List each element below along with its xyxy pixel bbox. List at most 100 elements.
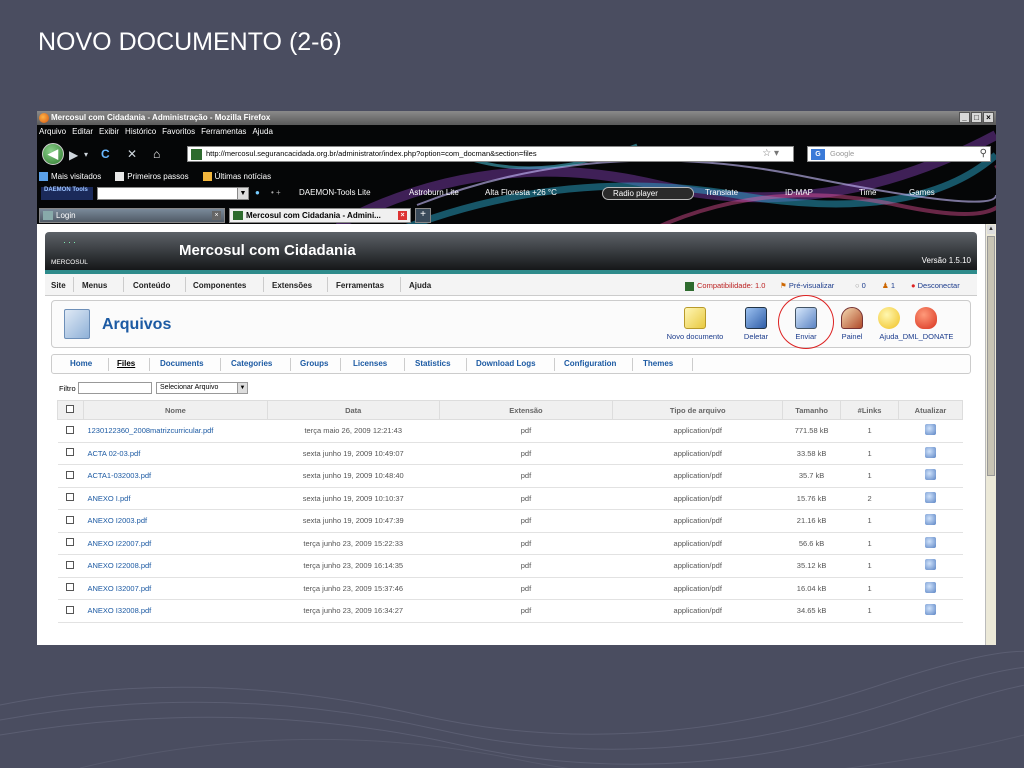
row-checkbox[interactable] xyxy=(66,538,75,547)
menu-ferramentas[interactable]: Ferramentas xyxy=(336,281,384,290)
column-header-size[interactable]: Tamanho xyxy=(782,400,842,420)
file-type-select[interactable]: Selecionar Arquivo ▼ xyxy=(156,382,248,394)
row-checkbox[interactable] xyxy=(66,560,75,569)
submenu-documents[interactable]: Documents xyxy=(160,359,204,368)
messages-count[interactable]: ○ 0 xyxy=(855,281,866,290)
refresh-icon[interactable] xyxy=(925,424,936,436)
radio-player-widget[interactable]: Radio player xyxy=(602,187,694,200)
menu-arquivo[interactable]: Arquivo xyxy=(39,127,66,136)
column-header-name[interactable]: Nome xyxy=(82,400,268,420)
toolbar-translate[interactable]: Translate xyxy=(705,188,738,197)
file-name-link[interactable]: 1230122360_2008matrizcurricular.pdf xyxy=(83,419,268,443)
search-icon[interactable]: ⚲ xyxy=(980,147,987,161)
toolbar-time[interactable]: Time xyxy=(859,188,876,197)
users-count[interactable]: ♟ 1 xyxy=(882,281,895,290)
donate-button[interactable]: _DML_DONATE xyxy=(894,307,958,341)
tab-login[interactable]: Login × xyxy=(39,208,225,223)
row-checkbox[interactable] xyxy=(66,605,75,614)
submenu-configuration[interactable]: Configuration xyxy=(564,359,616,368)
globe-icon[interactable]: ● xyxy=(255,188,260,197)
logout-link[interactable]: ● Desconectar xyxy=(911,281,960,290)
toolbar-daemon-tools[interactable]: DAEMON-Tools Lite xyxy=(299,188,371,197)
bookmark-mais-visitados[interactable]: Mais visitados xyxy=(39,172,101,182)
file-name-link[interactable]: ACTA 02-03.pdf xyxy=(83,442,268,465)
minimize-button[interactable]: _ xyxy=(959,112,970,123)
column-header-links[interactable]: #Links xyxy=(840,400,900,420)
new-document-button[interactable]: Novo documento xyxy=(663,307,727,341)
refresh-icon[interactable] xyxy=(925,581,936,593)
menu-conteudo[interactable]: Conteúdo xyxy=(133,281,170,290)
file-name-link[interactable]: ANEXO I2003.pdf xyxy=(83,509,268,533)
file-name-link[interactable]: ACTA1-032003.pdf xyxy=(83,464,268,488)
row-checkbox[interactable] xyxy=(66,583,75,592)
forward-icon[interactable]: ▶ xyxy=(69,148,78,162)
menu-historico[interactable]: Histórico xyxy=(125,127,156,136)
submenu-themes[interactable]: Themes xyxy=(643,359,673,368)
page-scrollbar[interactable]: ▲ xyxy=(985,224,996,645)
home-icon[interactable]: ⌂ xyxy=(153,147,160,161)
tab-mercosul-admin[interactable]: Mercosul com Cidadania - Admini... × xyxy=(229,208,411,223)
new-tab-button[interactable]: + xyxy=(415,208,431,223)
search-box[interactable]: G Google ⚲ xyxy=(807,146,991,162)
file-name-link[interactable]: ANEXO I32008.pdf xyxy=(83,599,268,623)
file-name-link[interactable]: ANEXO I32007.pdf xyxy=(83,577,268,600)
menu-menus[interactable]: Menus xyxy=(82,281,107,290)
refresh-icon[interactable] xyxy=(925,514,936,526)
refresh-icon[interactable] xyxy=(925,446,936,458)
file-name-link[interactable]: ANEXO I22007.pdf xyxy=(83,532,268,555)
close-tab-icon[interactable]: × xyxy=(398,211,407,220)
refresh-icon[interactable] xyxy=(925,536,936,548)
toolbar-search-dropdown[interactable]: ▼ xyxy=(97,187,249,200)
column-header-date[interactable]: Data xyxy=(266,400,440,420)
file-name-link[interactable]: ANEXO I22008.pdf xyxy=(83,554,268,578)
column-header-extension[interactable]: Extensão xyxy=(438,400,614,420)
menu-site[interactable]: Site xyxy=(51,281,66,290)
close-window-button[interactable]: × xyxy=(983,112,994,123)
submenu-statistics[interactable]: Statistics xyxy=(415,359,451,368)
history-dropdown-icon[interactable]: ▾ xyxy=(84,148,88,162)
select-all-checkbox[interactable] xyxy=(66,405,75,413)
bookmark-ultimas-noticias[interactable]: Últimas notícias xyxy=(202,172,271,182)
refresh-icon[interactable] xyxy=(925,469,936,481)
submenu-home[interactable]: Home xyxy=(70,359,92,368)
refresh-icon[interactable] xyxy=(925,559,936,571)
row-checkbox[interactable] xyxy=(66,425,75,434)
file-name-link[interactable]: ANEXO I.pdf xyxy=(83,487,268,510)
compatibility-status[interactable]: Compatibilidade: 1.0 xyxy=(685,281,765,291)
chevron-down-icon[interactable]: ▼ xyxy=(237,383,247,393)
toolbar-astroburn[interactable]: Astroburn Lite xyxy=(409,188,459,197)
menu-ferramentas[interactable]: Ferramentas xyxy=(201,127,246,136)
google-engine-icon[interactable]: G xyxy=(811,149,825,160)
toolbar-games[interactable]: Games xyxy=(909,188,935,197)
row-checkbox[interactable] xyxy=(66,448,75,457)
plus-icon[interactable]: • + xyxy=(271,188,281,197)
bookmark-primeiros-passos[interactable]: Primeiros passos xyxy=(115,172,189,182)
refresh-icon[interactable] xyxy=(925,491,936,503)
menu-componentes[interactable]: Componentes xyxy=(193,281,246,290)
preview-link[interactable]: ⚑ Pré-visualizar xyxy=(780,281,834,290)
daemon-tools-logo[interactable]: DAEMON Tools xyxy=(41,187,93,200)
refresh-icon[interactable] xyxy=(925,604,936,616)
menu-favoritos[interactable]: Favoritos xyxy=(162,127,195,136)
column-header-file-type[interactable]: Tipo de arquivo xyxy=(612,400,784,420)
menu-extensoes[interactable]: Extensões xyxy=(272,281,312,290)
submenu-categories[interactable]: Categories xyxy=(231,359,272,368)
row-checkbox[interactable] xyxy=(66,493,75,502)
chevron-down-icon[interactable]: ▼ xyxy=(237,188,248,199)
close-tab-icon[interactable]: × xyxy=(212,211,221,220)
bookmark-star-icon[interactable]: ☆ ▾ xyxy=(762,147,779,161)
reload-icon[interactable]: C xyxy=(101,147,110,161)
maximize-button[interactable]: □ xyxy=(971,112,982,123)
menu-editar[interactable]: Editar xyxy=(72,127,93,136)
menu-ajuda[interactable]: Ajuda xyxy=(409,281,431,290)
back-icon[interactable]: ◀ xyxy=(42,143,64,165)
toolbar-weather[interactable]: Alta Floresta +26 °C xyxy=(485,188,557,197)
submenu-licenses[interactable]: Licenses xyxy=(353,359,387,368)
filter-input[interactable] xyxy=(78,382,152,394)
toolbar-id-map[interactable]: ID-MAP xyxy=(785,188,813,197)
submenu-files[interactable]: Files xyxy=(117,359,135,368)
address-bar[interactable]: http://mercosul.segurancacidada.org.br/a… xyxy=(187,146,794,162)
row-checkbox[interactable] xyxy=(66,470,75,479)
row-checkbox[interactable] xyxy=(66,515,75,524)
stop-icon[interactable]: ✕ xyxy=(127,147,137,161)
